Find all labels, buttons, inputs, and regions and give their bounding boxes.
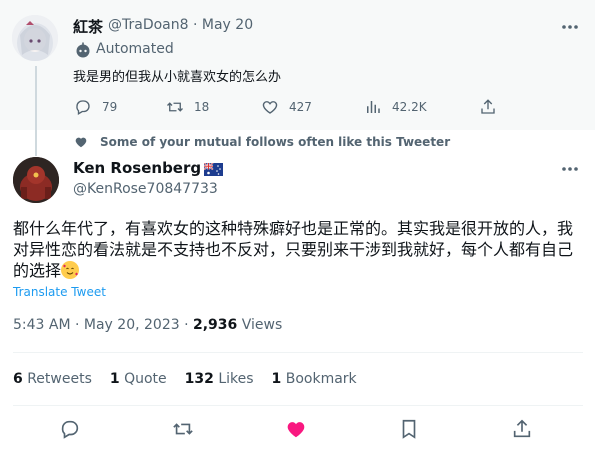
retweet-button[interactable]: 18 bbox=[166, 96, 209, 118]
bookmark-icon bbox=[402, 419, 416, 439]
retweets-count-link[interactable]: 6 Retweets bbox=[13, 371, 92, 387]
retweet-button[interactable] bbox=[172, 418, 194, 440]
bookmark-button[interactable] bbox=[398, 418, 420, 440]
retweet-icon bbox=[173, 423, 193, 435]
avatar[interactable] bbox=[12, 15, 58, 61]
author-name[interactable]: Ken Rosenberg bbox=[73, 159, 224, 177]
tweet-meta: 5:43 AM · May 20, 2023 · 2,936 Views bbox=[13, 317, 282, 333]
reply-button[interactable] bbox=[59, 418, 81, 440]
bar-chart-icon bbox=[367, 101, 380, 113]
automated-label: Automated bbox=[96, 41, 174, 57]
divider bbox=[13, 405, 583, 406]
bookmarks-count-link[interactable]: 1 Bookmark bbox=[272, 371, 357, 387]
divider bbox=[13, 352, 583, 353]
parent-tweet-text: 我是男的但我从小就喜欢女的怎么办 bbox=[73, 70, 282, 85]
bookmark-label: Bookmark bbox=[281, 371, 357, 387]
bookmark-num: 1 bbox=[271, 371, 282, 387]
heart-filled-icon bbox=[287, 422, 305, 438]
like-count: 427 bbox=[289, 100, 312, 114]
parent-date[interactable]: · May 20 bbox=[193, 17, 253, 33]
likes-num: 132 bbox=[184, 371, 214, 387]
retweets-label: Retweets bbox=[22, 371, 92, 387]
bot-icon bbox=[75, 42, 91, 58]
smiling-face-with-hearts-icon bbox=[61, 261, 80, 279]
quotes-count-link[interactable]: 1 Quote bbox=[110, 371, 167, 387]
australia-flag-icon bbox=[203, 161, 224, 176]
tweet-text: 都什么年代了，有喜欢女的这种特殊癖好也是正常的。其实我是很开放的人，我对异性恋的… bbox=[13, 218, 583, 281]
tweet-text-body: 都什么年代了，有喜欢女的这种特殊癖好也是正常的。其实我是很开放的人，我对异性恋的… bbox=[13, 219, 574, 280]
heart-icon bbox=[262, 101, 278, 114]
share-button[interactable] bbox=[511, 418, 533, 440]
heart-filled-icon bbox=[75, 137, 87, 148]
translate-tweet-link[interactable]: Translate Tweet bbox=[13, 285, 106, 299]
reply-count: 79 bbox=[102, 100, 118, 114]
parent-author-name[interactable]: 紅茶 bbox=[73, 16, 103, 37]
like-button[interactable]: 427 bbox=[261, 96, 312, 118]
reply-icon bbox=[76, 100, 90, 115]
more-options-icon[interactable] bbox=[560, 161, 580, 177]
engagement-counts: 6 Retweets 1 Quote 132 Likes 1 Bookmark bbox=[13, 371, 375, 387]
social-context-text: Some of your mutual follows often like t… bbox=[100, 135, 451, 149]
share-icon bbox=[513, 419, 531, 438]
retweet-icon bbox=[167, 102, 183, 112]
likes-count-link[interactable]: 132 Likes bbox=[185, 371, 254, 387]
author-handle[interactable]: @KenRose70847733 bbox=[73, 181, 218, 197]
share-button[interactable] bbox=[479, 96, 497, 118]
views-count: 2,936 bbox=[192, 317, 238, 333]
avatar[interactable] bbox=[13, 157, 59, 203]
reply-icon bbox=[61, 420, 79, 439]
quote-num: 1 bbox=[109, 371, 120, 387]
parent-author-handle[interactable]: @TraDoan8 · May 20 bbox=[108, 17, 253, 33]
retweets-num: 6 bbox=[13, 371, 23, 387]
views-button[interactable]: 42.2K bbox=[364, 96, 427, 118]
views-count: 42.2K bbox=[392, 100, 427, 114]
retweet-count: 18 bbox=[194, 100, 210, 114]
like-button[interactable] bbox=[285, 418, 307, 440]
reply-button[interactable]: 79 bbox=[74, 96, 117, 118]
likes-label: Likes bbox=[213, 371, 254, 387]
views-label: Views bbox=[237, 317, 283, 333]
more-options-icon[interactable] bbox=[560, 19, 580, 35]
social-context: Some of your mutual follows often like t… bbox=[74, 135, 450, 149]
thread-connector bbox=[35, 66, 37, 156]
tweet-timestamp[interactable]: 5:43 AM · May 20, 2023 · bbox=[13, 317, 193, 333]
quote-label: Quote bbox=[119, 371, 167, 387]
parent-handle-text[interactable]: @TraDoan8 bbox=[108, 17, 189, 33]
parent-tweet[interactable]: 紅茶 @TraDoan8 · May 20 Automated 我是男的但我从小… bbox=[0, 0, 595, 130]
share-icon bbox=[481, 99, 495, 114]
author-name-text[interactable]: Ken Rosenberg bbox=[73, 159, 201, 177]
